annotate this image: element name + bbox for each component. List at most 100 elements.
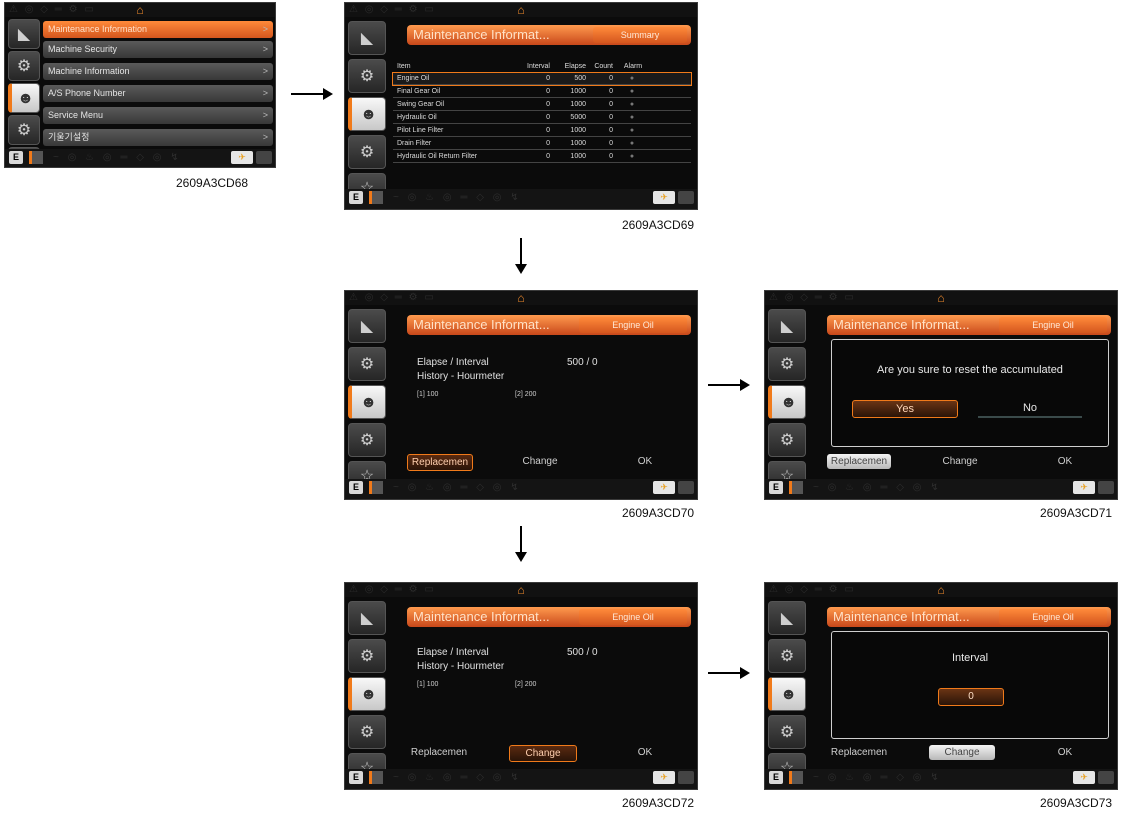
mode-icon[interactable] [369,481,383,494]
table-row[interactable]: Hydraulic Oil 0 5000 0 ● [393,112,691,124]
display-icon[interactable]: ◣ [768,601,806,635]
settings-cogs-icon[interactable]: ⚙ [348,715,386,749]
menu-item-security[interactable]: Machine Security > [43,41,273,58]
end-button[interactable] [256,151,272,164]
display-icon[interactable]: ◣ [8,19,40,49]
end-button[interactable] [678,481,694,494]
menu-label: Service Menu [48,110,104,120]
indicator-icons: ~ ◎ ♨ ◎ ═ ◇ ◎ ↯ [393,192,522,203]
gear-icon[interactable]: ⚙ [348,347,386,381]
display-icon[interactable]: ◣ [348,309,386,343]
table-row[interactable]: Engine Oil 0 500 0 ● [392,72,692,86]
user-icon[interactable]: ☻ [348,385,386,419]
change-button[interactable]: Change [509,745,577,762]
user-icon[interactable]: ☻ [348,97,386,131]
elapse-label: Elapse / Interval [417,647,489,658]
bird-icon[interactable]: ✈ [1073,771,1095,784]
home-icon[interactable]: ⌂ [937,583,944,597]
summary-tab[interactable]: Summary [593,27,687,43]
replacement-button[interactable]: Replacemen [827,454,891,469]
mode-icon[interactable] [29,151,43,164]
menu-item-tilt[interactable]: 기울기설정 > [43,129,273,146]
change-button[interactable]: Change [929,745,995,760]
yes-button[interactable]: Yes [852,400,958,418]
col-elapse: Elapse [564,63,586,70]
bird-icon[interactable]: ✈ [653,191,675,204]
figure-id: 2609A3CD69 [622,218,695,232]
replacement-button[interactable]: Replacemen [827,745,891,760]
settings-cogs-icon[interactable]: ⚙ [348,423,386,457]
display-icon[interactable]: ◣ [348,601,386,635]
home-icon[interactable]: ⌂ [937,291,944,305]
gear-icon[interactable]: ⚙ [8,51,40,81]
menu-item-machine-info[interactable]: Machine Information > [43,63,273,80]
settings-cogs-icon[interactable]: ⚙ [8,115,40,145]
ok-button[interactable]: OK [615,745,675,760]
table-row[interactable]: Hydraulic Oil Return Filter 0 1000 0 ● [393,151,691,163]
reset-dialog: Are you sure to reset the accumulated Ye… [831,339,1109,447]
e-button[interactable]: E [769,771,783,784]
table-row[interactable]: Swing Gear Oil 0 1000 0 ● [393,99,691,111]
table-row[interactable]: Final Gear Oil 0 1000 0 ● [393,86,691,98]
cell-interval: 0 [546,88,550,95]
chevron-right-icon: > [262,132,268,142]
bird-icon[interactable]: ✈ [1073,481,1095,494]
ok-button[interactable]: OK [1035,454,1095,469]
e-button[interactable]: E [349,771,363,784]
change-button[interactable]: Change [925,454,995,469]
gear-icon[interactable]: ⚙ [768,347,806,381]
menu-label: A/S Phone Number [48,88,126,98]
e-button[interactable]: E [349,481,363,494]
display-icon[interactable]: ◣ [348,21,386,55]
change-button[interactable]: Change [505,454,575,469]
mode-icon[interactable] [369,771,383,784]
table-row[interactable]: Pilot Line Filter 0 1000 0 ● [393,125,691,137]
e-button[interactable]: E [349,191,363,204]
settings-cogs-icon[interactable]: ⚙ [348,135,386,169]
bottom-bar: E ~ ◎ ♨ ◎ ═ ◇ ◎ ↯ ✈ [5,149,275,167]
e-button[interactable]: E [769,481,783,494]
home-icon[interactable]: ⌂ [517,583,524,597]
end-button[interactable] [678,191,694,204]
interval-input[interactable]: 0 [938,688,1004,706]
bird-icon[interactable]: ✈ [653,481,675,494]
table-row[interactable]: Drain Filter 0 1000 0 ● [393,138,691,150]
bird-icon[interactable]: ✈ [231,151,253,164]
user-icon[interactable]: ☻ [768,677,806,711]
gear-icon[interactable]: ⚙ [348,59,386,93]
settings-cogs-icon[interactable]: ⚙ [768,423,806,457]
user-icon[interactable]: ☻ [768,385,806,419]
end-button[interactable] [1098,771,1114,784]
user-icon[interactable]: ☻ [348,677,386,711]
bird-icon[interactable]: ✈ [653,771,675,784]
e-button[interactable]: E [9,151,23,164]
page-title: Maintenance Informat... [413,609,550,624]
home-icon[interactable]: ⌂ [517,3,524,17]
ok-button[interactable]: OK [615,454,675,469]
cell-interval: 0 [546,127,550,134]
mode-icon[interactable] [789,481,803,494]
ok-button[interactable]: OK [1035,745,1095,760]
user-icon[interactable]: ☻ [8,83,40,113]
status-bar: ⚠ ◎ ◇ ═ ⚙ ▭ ⌂ [345,291,697,305]
gear-icon[interactable]: ⚙ [348,639,386,673]
display-icon[interactable]: ◣ [768,309,806,343]
mode-icon[interactable] [369,191,383,204]
cell-count: 0 [609,114,613,121]
menu-item-service[interactable]: Service Menu > [43,107,273,124]
replacement-button[interactable]: Replacemen [407,745,471,760]
mode-icon[interactable] [789,771,803,784]
menu-item-as-phone[interactable]: A/S Phone Number > [43,85,273,102]
home-icon[interactable]: ⌂ [136,3,143,17]
replacement-button[interactable]: Replacemen [407,454,473,471]
bottom-bar: E ~ ◎ ♨ ◎ ═ ◇ ◎ ↯ ✈ [765,479,1117,499]
settings-cogs-icon[interactable]: ⚙ [768,715,806,749]
end-button[interactable] [678,771,694,784]
sidebar: ◣ ⚙ ☻ ⚙ ☆ [345,305,391,491]
figure-id: 2609A3CD68 [176,176,249,190]
home-icon[interactable]: ⌂ [517,291,524,305]
gear-icon[interactable]: ⚙ [768,639,806,673]
no-button[interactable]: No [978,400,1082,418]
end-button[interactable] [1098,481,1114,494]
menu-item-maintenance[interactable]: Maintenance Information > [43,21,273,38]
